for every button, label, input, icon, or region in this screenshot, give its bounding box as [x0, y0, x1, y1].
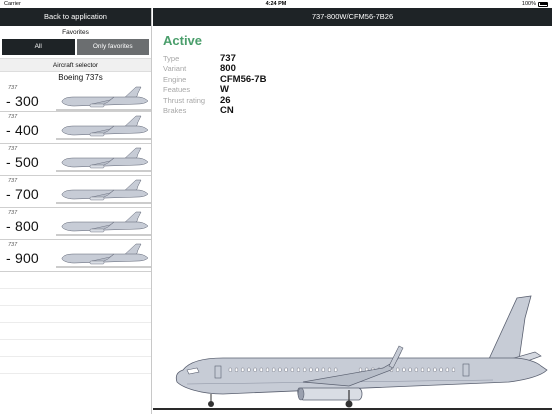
aircraft-side-view-icon	[56, 115, 151, 140]
empty-row	[0, 323, 151, 340]
empty-list-rows	[0, 272, 151, 374]
spec-key: Engine	[163, 74, 187, 84]
empty-row	[0, 289, 151, 306]
empty-row	[0, 357, 151, 374]
aircraft-side-view-icon	[175, 295, 548, 408]
spec-key: Featues	[163, 85, 191, 95]
spec-key: Type	[163, 53, 180, 63]
spec-row: Thrust rating 26	[163, 95, 266, 106]
spec-row: Type 737	[163, 53, 266, 64]
aircraft-variant-label: - 800	[6, 218, 39, 234]
empty-row	[0, 340, 151, 357]
aircraft-variant-label: - 900	[6, 250, 39, 266]
spec-value: 737	[220, 52, 236, 64]
segment-only-favorites[interactable]: Only favorites	[76, 39, 149, 55]
back-to-application-button[interactable]: Back to application	[0, 8, 151, 26]
spec-value: 26	[220, 94, 231, 106]
spec-row: Featues W	[163, 84, 266, 96]
aircraft-family-label: 737	[8, 242, 18, 248]
aircraft-list-item[interactable]: 737 - 300	[0, 83, 151, 112]
group-label: Boeing 737s	[58, 73, 103, 82]
spec-table: Type 737 Variant 800 Engine CFM56-7B Featues W T…	[163, 53, 266, 117]
empty-row	[0, 306, 151, 323]
aircraft-family-label: 737	[8, 210, 18, 216]
favorites-segmented-control: All Only favorites	[0, 39, 151, 55]
aircraft-side-view-icon	[56, 243, 151, 268]
aircraft-family-label: 737	[8, 114, 18, 120]
empty-row	[0, 272, 151, 289]
favorites-label: Favorites	[62, 29, 89, 36]
aircraft-side-view-icon	[56, 179, 151, 204]
aircraft-side-view-icon	[56, 147, 151, 172]
spec-value: W	[220, 84, 229, 96]
spec-row: Variant 800	[163, 63, 266, 75]
aircraft-list-item[interactable]: 737 - 400	[0, 112, 151, 144]
aircraft-variant-label: - 700	[6, 186, 39, 202]
spec-value: CN	[220, 105, 234, 117]
spec-value: 800	[220, 63, 236, 75]
sidebar: Back to application Favorites All Only f…	[0, 8, 152, 414]
status-time: 4:24 PM	[265, 1, 287, 7]
aircraft-list: 737 - 300 737 - 400 737 - 500 737 - 700 737 -…	[0, 83, 151, 272]
aircraft-variant-label: - 300	[6, 93, 39, 109]
aircraft-variant-label: - 500	[6, 154, 39, 170]
aircraft-variant-label: - 400	[6, 122, 39, 138]
aircraft-selector-header: Aircraft selector	[0, 58, 151, 72]
spec-key: Brakes	[163, 106, 187, 116]
spec-row: Brakes CN	[163, 105, 266, 117]
detail-title: 737-800W/CFM56-7B26	[153, 8, 552, 26]
segment-all[interactable]: All	[2, 39, 75, 55]
aircraft-side-view-icon	[56, 86, 151, 111]
aircraft-family-label: 737	[8, 178, 18, 184]
spec-key: Variant	[163, 64, 187, 74]
status-bar: Carrier 4:24 PM 100%	[0, 0, 552, 8]
aircraft-family-label: 737	[8, 146, 18, 152]
battery-status: 100%	[522, 0, 548, 8]
spec-key: Thrust rating	[163, 95, 206, 105]
aircraft-list-item[interactable]: 737 - 800	[0, 208, 151, 240]
aircraft-list-item[interactable]: 737 - 900	[0, 240, 151, 272]
battery-percent: 100%	[521, 1, 536, 7]
aircraft-family-label: 737	[8, 85, 18, 91]
aircraft-side-view-icon	[56, 211, 151, 236]
aircraft-detail: Active Type 737 Variant 800 Engine CFM56-7B Fe…	[163, 33, 266, 116]
active-status: Active	[163, 33, 203, 48]
spec-row: Engine CFM56-7B	[163, 74, 266, 85]
aircraft-list-item[interactable]: 737 - 500	[0, 144, 151, 176]
spec-value: CFM56-7B	[220, 73, 267, 85]
battery-icon	[538, 1, 548, 7]
ground-line	[153, 408, 552, 410]
aircraft-list-item[interactable]: 737 - 700	[0, 176, 151, 208]
